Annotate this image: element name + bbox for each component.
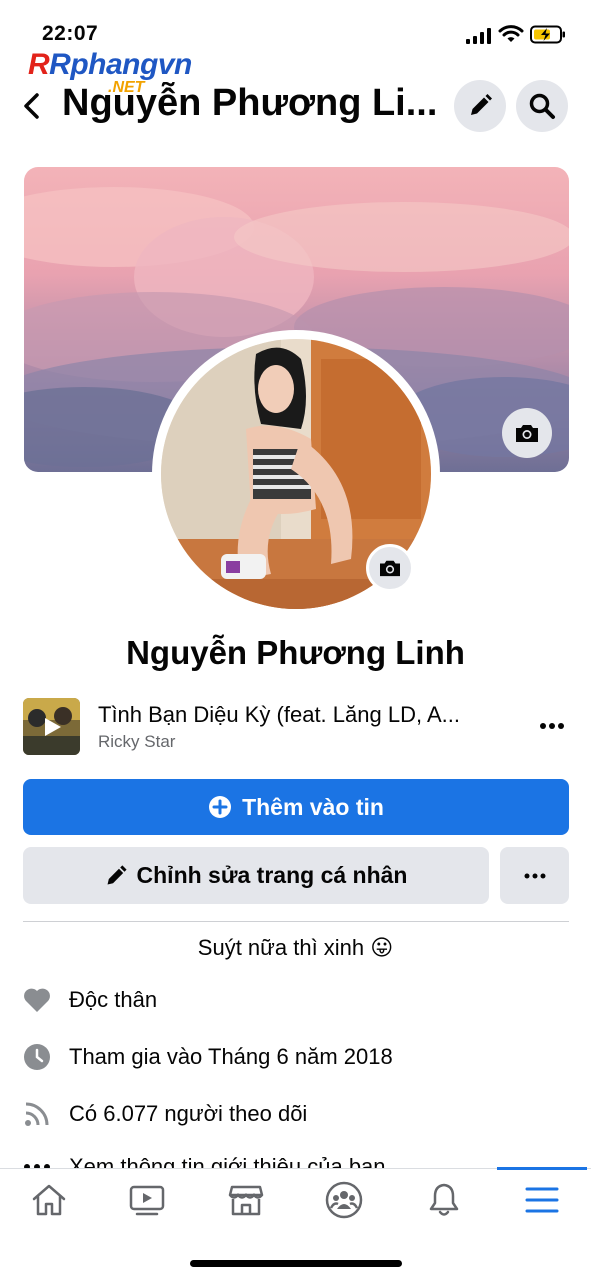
detail-joined: Tham gia vào Tháng 6 năm 2018 [23,1043,393,1071]
detail-text: Độc thân [69,987,158,1012]
rss-icon [23,1100,51,1128]
song-artist: Ricky Star [98,732,176,751]
battery-charging-icon [530,25,565,44]
home-icon [32,1184,66,1216]
tab-notifications[interactable] [424,1180,464,1220]
tab-watch[interactable] [127,1180,167,1220]
watch-icon [129,1185,165,1216]
detail-relationship: Độc thân [23,986,157,1014]
tab-menu[interactable] [522,1180,562,1220]
watermark-brand: Rphangvn [49,48,192,81]
divider [23,921,569,922]
more-dots-icon [524,873,545,878]
tab-home[interactable] [29,1180,69,1220]
tab-marketplace[interactable] [226,1180,266,1220]
detail-text: Tham gia vào Tháng 6 năm 2018 [69,1044,393,1069]
edit-button[interactable] [454,80,506,132]
album-art[interactable] [23,698,80,755]
home-indicator [190,1260,402,1267]
clock-icon [23,1043,51,1071]
watermark-logo: RRphangvn [28,48,192,81]
edit-profile-label: Chỉnh sửa trang cá nhân [136,862,408,888]
profile-bio: Suýt nữa thì xinh 😛 [197,935,394,960]
profile-name: Nguyễn Phương Linh [126,634,465,671]
plus-circle-icon [209,796,232,818]
header-title: Nguyễn Phương Li... [62,82,438,124]
search-icon [529,93,555,119]
search-button[interactable] [516,80,568,132]
marketplace-icon [228,1185,264,1216]
music-more-button[interactable] [535,714,569,738]
status-time: 22:07 [42,22,99,45]
more-dots-icon [540,723,564,729]
groups-icon [325,1181,363,1219]
song-title[interactable]: Tình Bạn Diệu Kỳ (feat. Lăng LD, A... [98,702,508,728]
pencil-icon [471,94,492,115]
pencil-icon [107,864,127,884]
back-arrow-icon[interactable] [18,88,46,124]
cover-camera-button[interactable] [502,408,552,458]
add-to-story-button[interactable]: Thêm vào tin [23,779,569,835]
album-cover-image [23,698,80,755]
menu-icon [525,1187,559,1213]
camera-icon [380,560,400,577]
camera-icon [516,425,538,442]
tab-groups[interactable] [324,1180,364,1220]
detail-text: Có 6.077 người theo dõi [69,1101,308,1126]
avatar-camera-button[interactable] [366,544,414,592]
profile-more-button[interactable] [500,847,569,904]
detail-followers[interactable]: Có 6.077 người theo dõi [23,1100,307,1128]
add-to-story-label: Thêm vào tin [242,793,384,820]
notifications-icon [429,1183,459,1216]
cellular-signal-icon [466,28,491,44]
heart-icon [23,986,51,1014]
active-tab-indicator [497,1167,587,1170]
edit-profile-button[interactable]: Chỉnh sửa trang cá nhân [23,847,489,904]
wifi-icon [498,25,524,42]
